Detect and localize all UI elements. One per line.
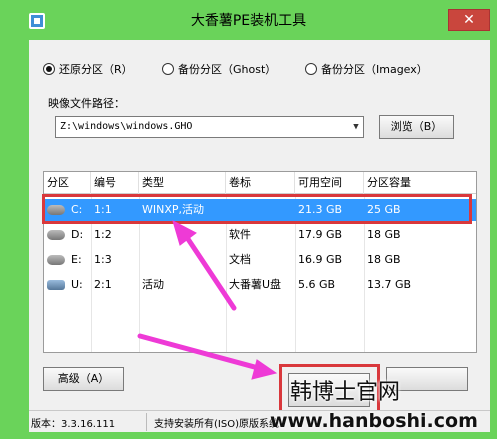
radio-checked-icon — [43, 63, 55, 75]
selected-row-highlight — [42, 194, 472, 224]
partition-row-e[interactable]: E: 1:3 文档 16.9 GB 18 GB — [44, 249, 476, 271]
partition-type — [139, 224, 142, 246]
radio-unchecked-icon — [162, 63, 174, 75]
partition-drive: E: — [71, 253, 82, 266]
image-path-label: 映像文件路径： — [48, 97, 125, 110]
partition-size: 13.7 GB — [367, 278, 412, 291]
partition-type — [139, 249, 142, 271]
partition-drive: D: — [71, 228, 84, 241]
column-header-label[interactable]: 卷标 — [226, 172, 295, 194]
column-header-partition[interactable]: 分区 — [44, 172, 91, 194]
title-bar[interactable]: 大香薯PE装机工具 ✕ — [0, 0, 497, 40]
partition-size: 18 GB — [367, 253, 401, 266]
partition-row-d[interactable]: D: 1:2 软件 17.9 GB 18 GB — [44, 224, 476, 246]
radio-label: 备份分区（Imagex） — [321, 63, 428, 76]
watermark-title: 韩博士官网 — [290, 380, 401, 405]
hard-disk-icon — [47, 255, 65, 265]
partition-label: 大番薯U盘 — [229, 278, 282, 291]
partition-number: 1:3 — [94, 253, 112, 266]
status-version: 版本：3.3.16.111 — [31, 419, 116, 430]
partition-free: 17.9 GB — [298, 228, 343, 241]
partition-free: 5.6 GB — [298, 278, 336, 291]
partition-label: 软件 — [229, 228, 251, 241]
radio-label: 还原分区（R） — [59, 63, 133, 76]
radio-label: 备份分区（Ghost） — [178, 63, 277, 76]
column-header-free-space[interactable]: 可用空间 — [295, 172, 364, 194]
partition-number: 1:2 — [94, 228, 112, 241]
column-header-type[interactable]: 类型 — [139, 172, 226, 194]
chevron-down-icon[interactable]: ▼ — [349, 117, 363, 137]
hard-disk-icon — [47, 230, 65, 240]
partition-size: 18 GB — [367, 228, 401, 241]
partition-row-u[interactable]: U: 2:1 活动 大番薯U盘 5.6 GB 13.7 GB — [44, 274, 476, 296]
app-window: 大香薯PE装机工具 ✕ 还原分区（R） 备份分区（Ghost） 备份分区（Ima… — [0, 0, 497, 439]
browse-button[interactable]: 浏览（B） — [379, 115, 454, 139]
partition-number: 2:1 — [94, 278, 112, 291]
advanced-button[interactable]: 高级（A） — [43, 367, 124, 391]
mode-radio-group: 还原分区（R） 备份分区（Ghost） 备份分区（Imagex） — [29, 60, 490, 80]
site-watermark: 韩博士官网 www.hanboshi.com — [270, 370, 480, 438]
partition-type: 活动 — [142, 278, 164, 291]
partition-list-header: 分区 编号 类型 卷标 可用空间 分区容量 — [44, 172, 476, 194]
backup-imagex-radio[interactable]: 备份分区（Imagex） — [305, 60, 428, 78]
image-path-combobox[interactable]: Z:\windows\windows.GHO ▼ — [55, 116, 364, 138]
close-button[interactable]: ✕ — [448, 9, 490, 31]
window-title: 大香薯PE装机工具 — [190, 13, 307, 29]
column-header-number[interactable]: 编号 — [91, 172, 139, 194]
backup-ghost-radio[interactable]: 备份分区（Ghost） — [162, 60, 276, 78]
partition-drive: U: — [71, 278, 83, 291]
radio-unchecked-icon — [305, 63, 317, 75]
status-divider — [146, 413, 147, 431]
partition-free: 16.9 GB — [298, 253, 343, 266]
status-copyright: 支持安装所有(ISO)原版系统 — [154, 419, 279, 430]
restore-partition-radio[interactable]: 还原分区（R） — [43, 60, 133, 78]
image-path-value: Z:\windows\windows.GHO — [60, 121, 193, 132]
column-header-capacity[interactable]: 分区容量 — [364, 172, 476, 194]
partition-label: 文档 — [229, 253, 251, 266]
usb-drive-icon — [47, 280, 65, 290]
watermark-url: www.hanboshi.com — [270, 410, 478, 432]
